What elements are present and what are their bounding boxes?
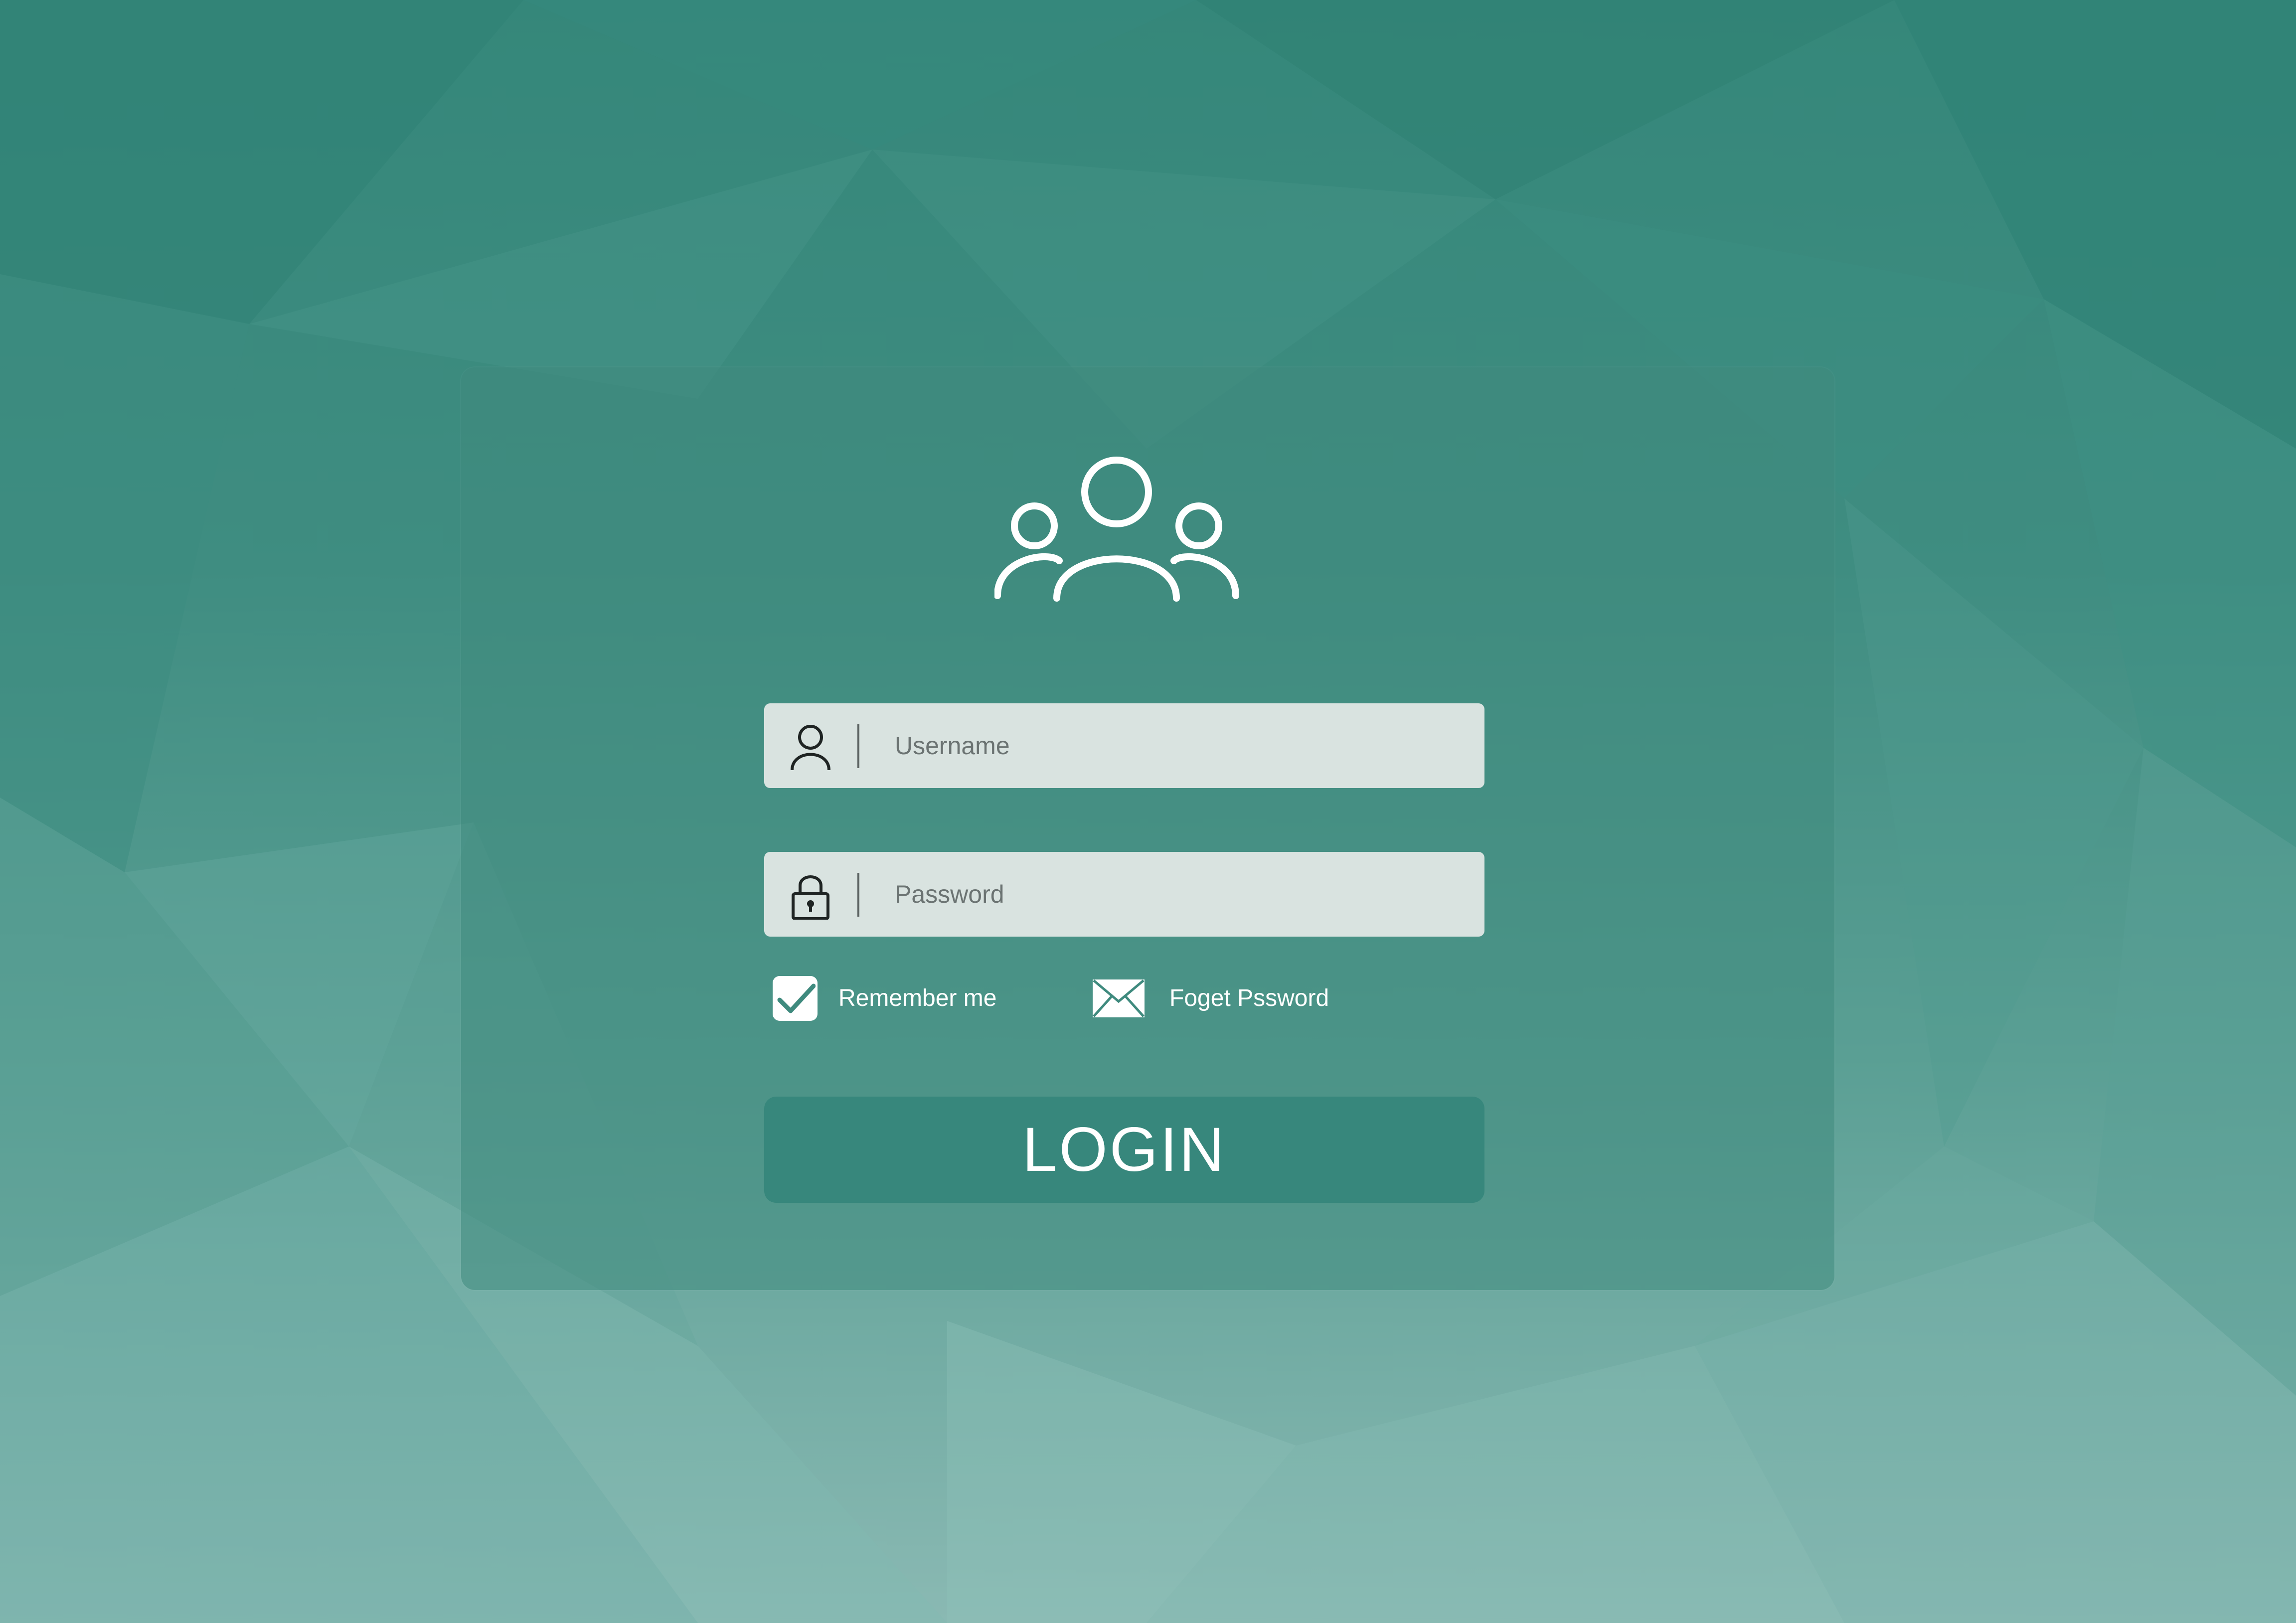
field-divider xyxy=(857,873,859,917)
username-input[interactable] xyxy=(895,718,1453,773)
remember-me-label: Remember me xyxy=(838,985,997,1011)
user-icon xyxy=(791,725,830,771)
forgot-password-link[interactable]: Foget Pssword xyxy=(1092,974,1329,1022)
password-field xyxy=(764,852,1484,937)
envelope-icon xyxy=(1093,979,1145,1017)
remember-me-toggle[interactable]: Remember me xyxy=(773,974,996,1022)
users-group-icon xyxy=(994,457,1239,602)
form-options: Remember me Foget Pssword xyxy=(773,974,1471,1022)
field-divider xyxy=(857,724,859,768)
login-button[interactable]: LOGIN xyxy=(764,1097,1484,1203)
remember-me-checkbox[interactable] xyxy=(773,975,818,1021)
lock-icon xyxy=(792,875,829,920)
username-field xyxy=(764,703,1484,788)
checkmark-icon xyxy=(777,983,816,1013)
forgot-password-label: Foget Pssword xyxy=(1169,985,1329,1011)
password-input[interactable] xyxy=(895,867,1453,922)
